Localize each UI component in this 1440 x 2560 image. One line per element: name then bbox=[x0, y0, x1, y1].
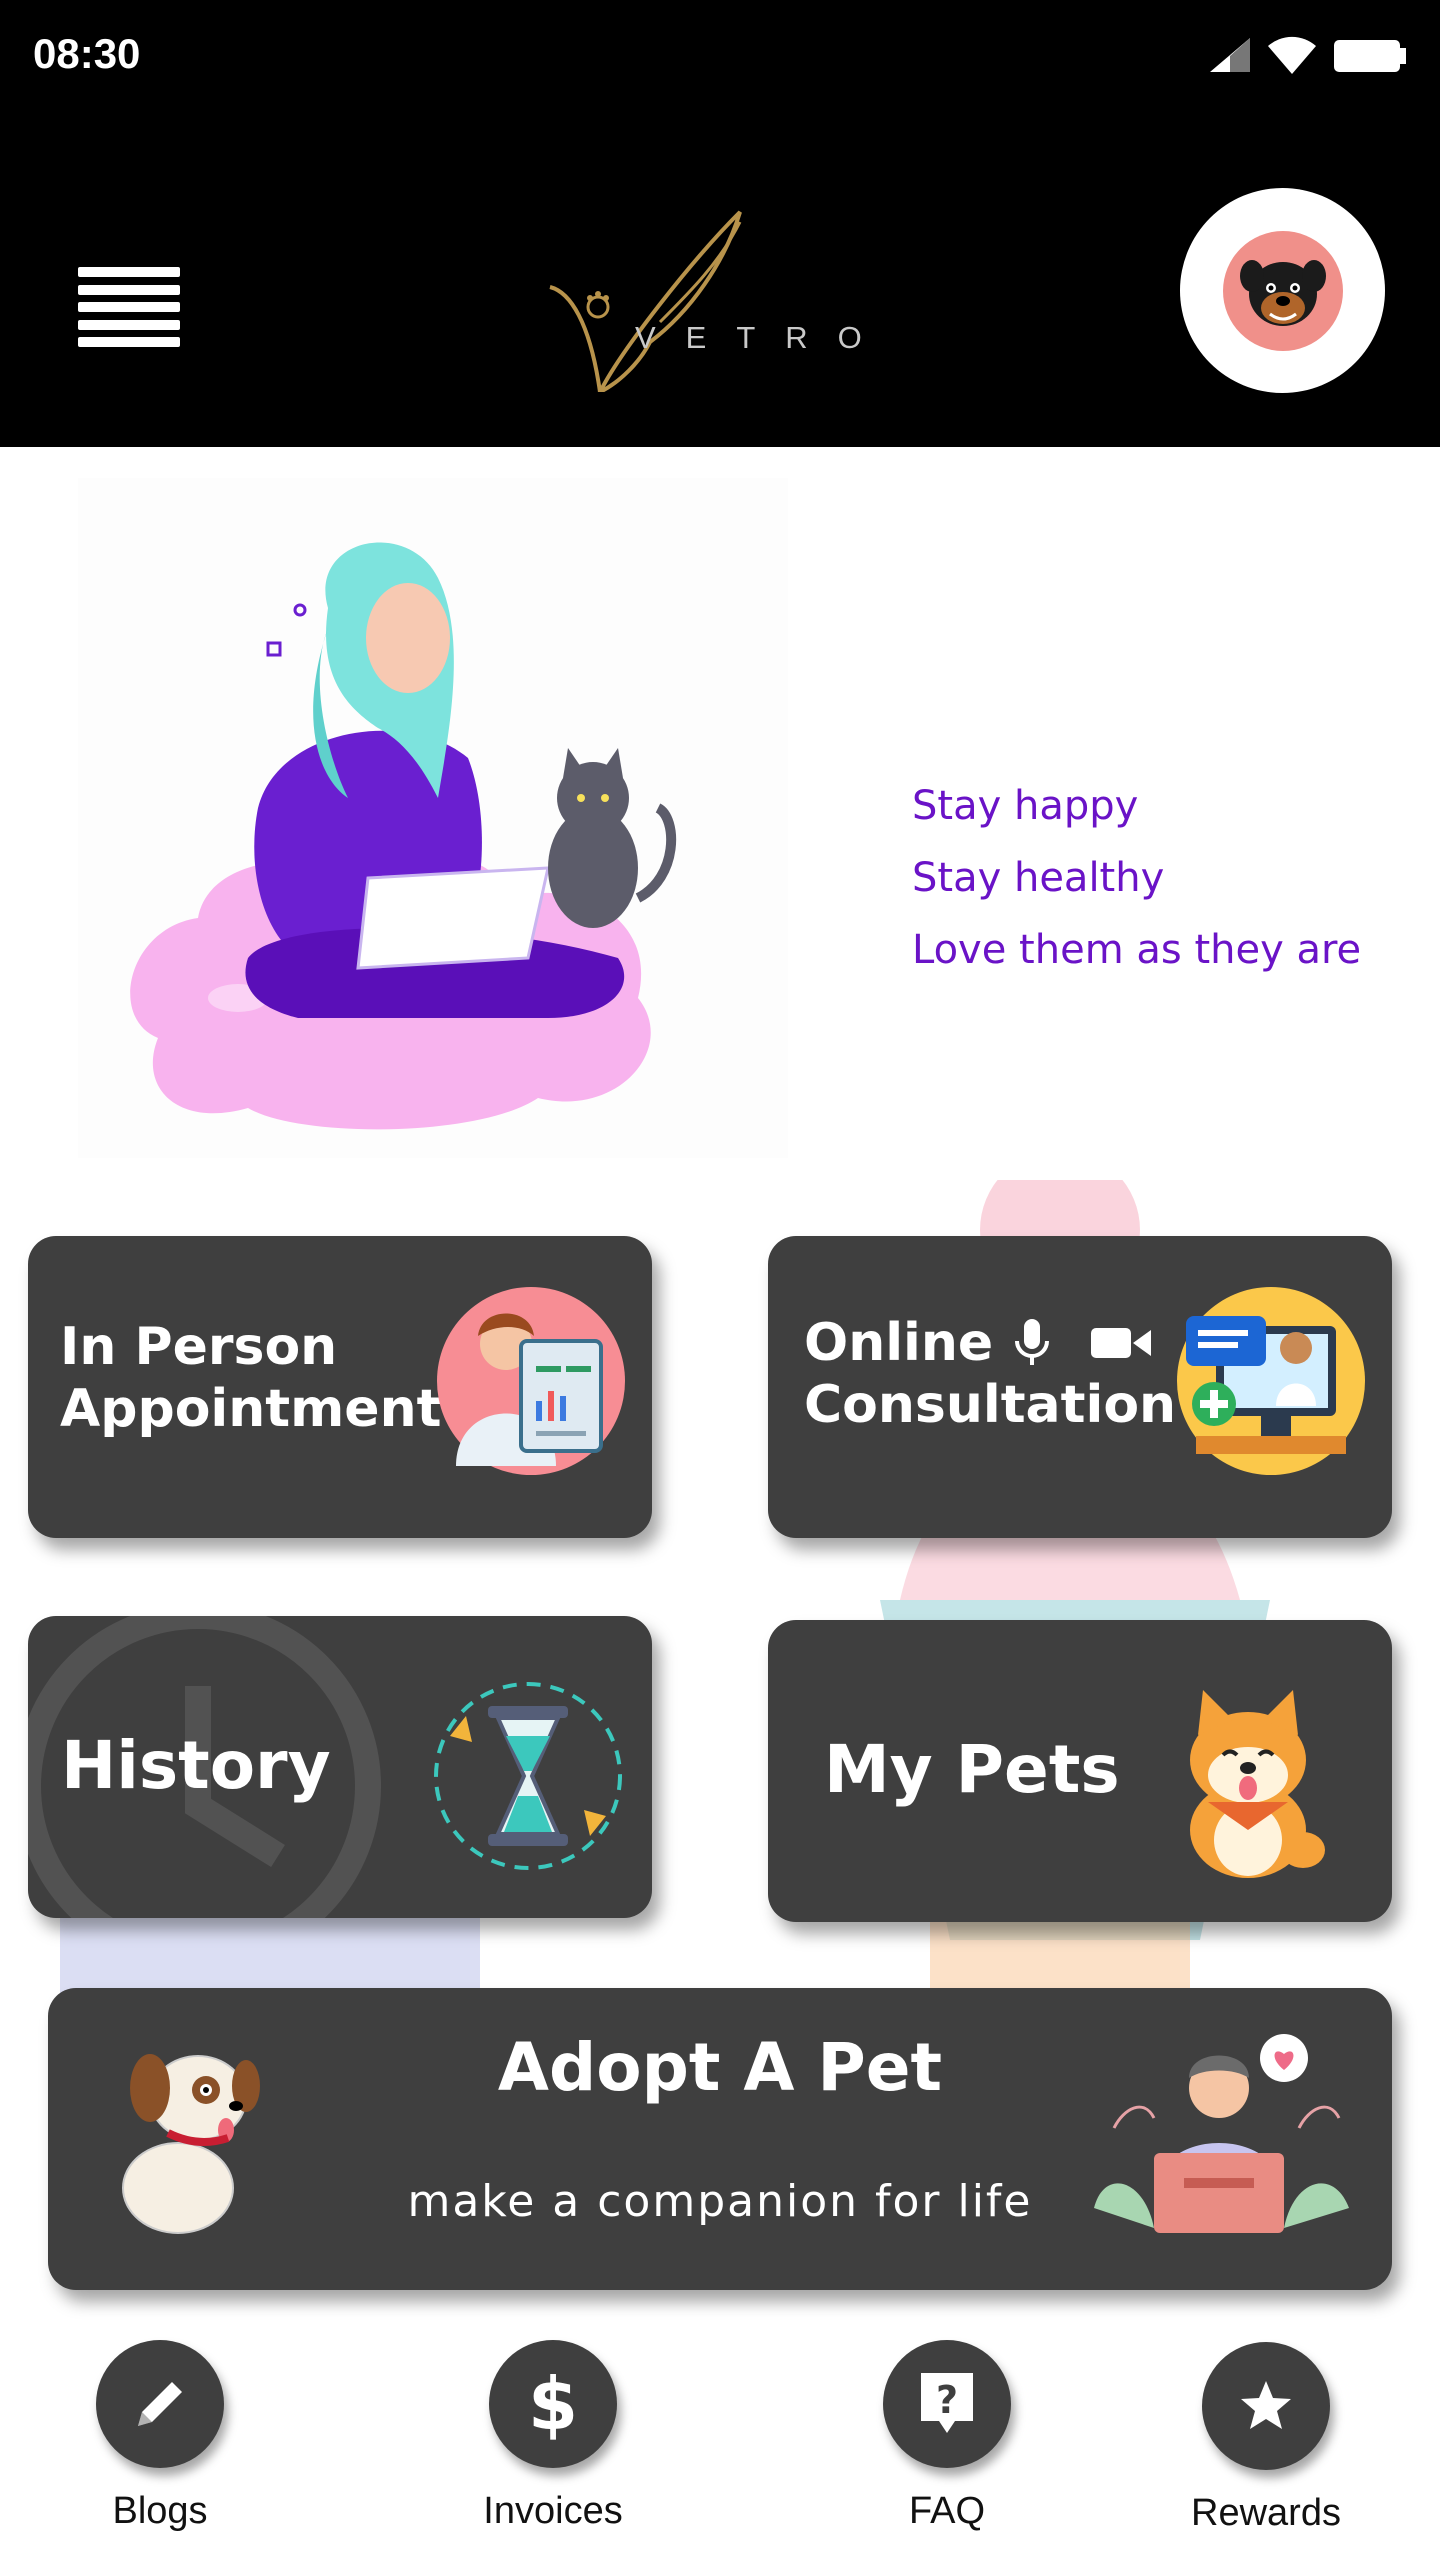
svg-text:?: ? bbox=[936, 2378, 958, 2422]
tagline-line: Stay healthy bbox=[912, 855, 1165, 901]
card-title-line: Online bbox=[804, 1313, 994, 1373]
wing-logo-icon bbox=[549, 210, 742, 397]
battery-icon bbox=[1334, 40, 1406, 72]
nav-invoices[interactable]: $ Invoices bbox=[443, 2340, 663, 2550]
status-icons bbox=[1210, 36, 1406, 74]
card-title-line: Consultation bbox=[804, 1375, 1177, 1436]
history-card[interactable]: History bbox=[28, 1616, 652, 1918]
my-pets-card[interactable]: My Pets bbox=[768, 1620, 1392, 1922]
star-icon bbox=[1241, 2381, 1291, 2429]
card-title-line: Appointment bbox=[60, 1379, 442, 1440]
status-bar: 08:30 bbox=[0, 0, 1440, 112]
tagline-line: Stay happy bbox=[912, 783, 1139, 829]
status-time: 08:30 bbox=[33, 30, 141, 77]
logo-text: VETRO bbox=[635, 320, 892, 355]
nav-faq[interactable]: ? FAQ bbox=[837, 2340, 1057, 2550]
app-logo: VETRO bbox=[540, 202, 900, 397]
card-title: History bbox=[61, 1727, 331, 1804]
person-with-box-icon bbox=[1084, 2028, 1354, 2262]
hero-illustration bbox=[78, 478, 788, 1158]
hourglass-icon bbox=[428, 1676, 628, 1880]
in-person-appointment-card[interactable]: In Person Appointment bbox=[28, 1236, 652, 1538]
nav-label: Blogs bbox=[112, 2490, 208, 2532]
shiba-dog-icon bbox=[1168, 1690, 1338, 1884]
microphone-icon bbox=[1015, 1319, 1050, 1366]
nav-label: FAQ bbox=[908, 2490, 986, 2532]
menu-icon bbox=[78, 267, 180, 277]
app-bar: VETRO bbox=[0, 112, 1440, 447]
pencil-icon bbox=[138, 2382, 182, 2426]
nav-blogs[interactable]: Blogs bbox=[50, 2340, 270, 2550]
nav-label: Invoices bbox=[483, 2490, 623, 2532]
nav-label: Rewards bbox=[1191, 2492, 1341, 2534]
card-title: My Pets bbox=[824, 1731, 1120, 1808]
wifi-icon bbox=[1268, 36, 1316, 74]
tagline-line: Love them as they are bbox=[912, 927, 1362, 973]
adopt-a-pet-card[interactable]: Adopt A Pet make a companion for life bbox=[48, 1988, 1392, 2290]
doctor-clipboard-icon bbox=[436, 1286, 626, 1480]
dog-avatar-icon bbox=[1222, 230, 1343, 351]
telehealth-doctor-icon bbox=[1176, 1286, 1366, 1480]
card-title-line: In Person bbox=[60, 1317, 338, 1377]
profile-avatar[interactable] bbox=[1180, 188, 1385, 393]
nav-rewards[interactable]: Rewards bbox=[1156, 2342, 1376, 2552]
question-icon: ? bbox=[921, 2373, 973, 2433]
online-consultation-card[interactable]: Online Consultation bbox=[768, 1236, 1392, 1538]
video-camera-icon bbox=[1091, 1328, 1152, 1359]
dollar-icon: $ bbox=[527, 2362, 579, 2446]
menu-button[interactable] bbox=[78, 267, 180, 347]
signal-icon bbox=[1210, 38, 1250, 72]
hero-tagline: Stay happy Stay healthy Love them as the… bbox=[912, 770, 1361, 986]
